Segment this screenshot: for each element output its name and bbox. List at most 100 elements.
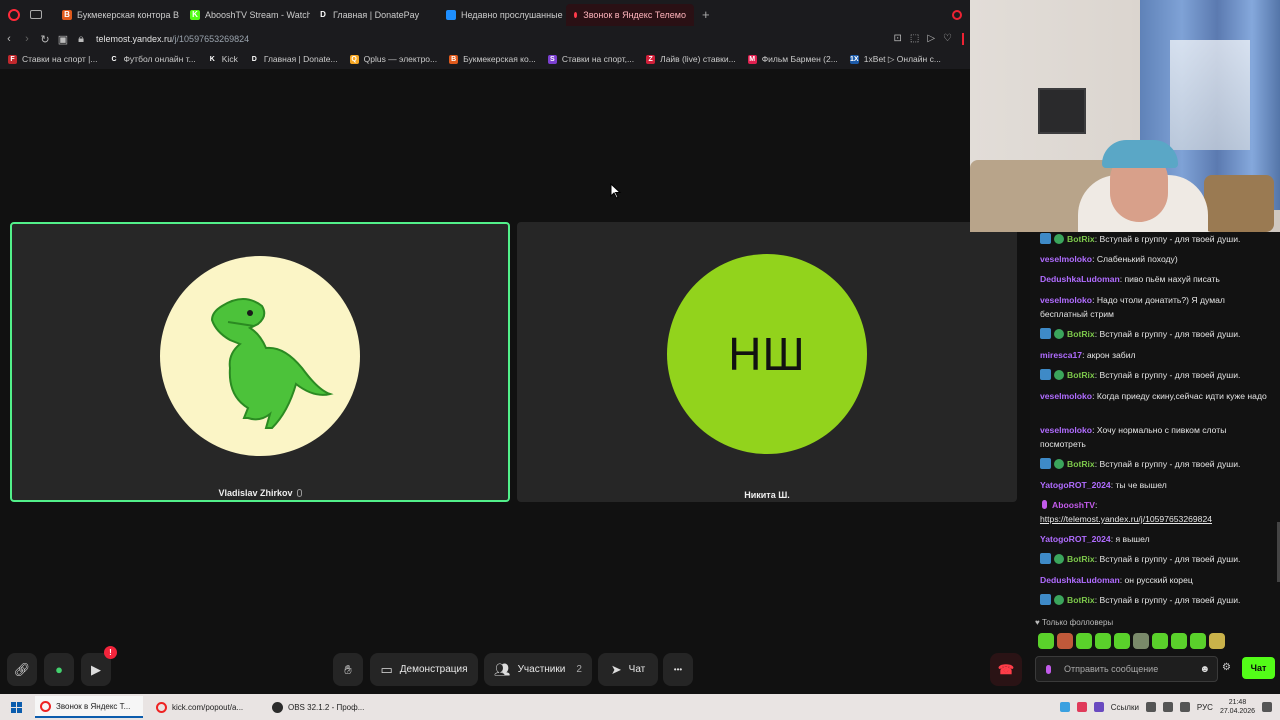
- emote-icon[interactable]: [1190, 633, 1206, 649]
- send-icon[interactable]: ▷: [927, 33, 935, 45]
- bookmark-icon[interactable]: ⊡: [893, 33, 901, 45]
- chat-link[interactable]: https://telemost.yandex.ru/j/10597653269…: [1040, 514, 1212, 524]
- chat-button[interactable]: ➤ Чат: [598, 653, 658, 686]
- bookmark-item[interactable]: С Футбол онлайн т...: [109, 54, 196, 64]
- gear-icon[interactable]: ⚙: [1222, 662, 1231, 673]
- participants-button[interactable]: 👥︎ Участники 2: [484, 653, 592, 686]
- participant-tile[interactable]: Vladislav Zhirkov: [10, 222, 510, 502]
- emote-icon[interactable]: [1171, 633, 1187, 649]
- hang-up-button[interactable]: ☎︎: [990, 653, 1022, 686]
- chat-username[interactable]: DedushkaLudoman: [1040, 575, 1120, 585]
- bookmark-item[interactable]: D Главная | Donate...: [249, 54, 338, 64]
- notifications-icon[interactable]: [1262, 702, 1272, 712]
- chat-username[interactable]: BotRix: [1067, 329, 1095, 339]
- bookmark-item[interactable]: Q Qplus — электро...: [349, 54, 438, 64]
- tray-app-icon[interactable]: [1059, 702, 1070, 712]
- browser-tab[interactable]: B Букмекерская контора B: [54, 4, 182, 26]
- chat-message: BotRix: Вступай в группу - для твоей душ…: [1040, 593, 1272, 607]
- verified-badge-icon: [1054, 234, 1064, 244]
- bookmark-item[interactable]: S Ставки на спорт,...: [547, 54, 634, 64]
- microphone-button[interactable]: ●: [44, 653, 74, 686]
- browser-tab[interactable]: D Главная | DonatePay: [310, 4, 438, 26]
- chat-username[interactable]: BotRix: [1067, 554, 1095, 564]
- tray-app-icon[interactable]: [1093, 702, 1104, 712]
- language-indicator[interactable]: РУС: [1197, 703, 1213, 712]
- chat-username[interactable]: veselmoloko: [1040, 391, 1092, 401]
- camera-button[interactable]: ▶︎!: [81, 646, 117, 686]
- emote-icon[interactable]: [1057, 633, 1073, 649]
- chat-message-input[interactable]: Отправить сообщение ☻: [1035, 656, 1218, 682]
- volume-icon[interactable]: [1179, 702, 1190, 712]
- back-icon[interactable]: ‹: [0, 33, 18, 45]
- bookmark-item[interactable]: F Ставки на спорт |...: [8, 54, 97, 64]
- chat-text: : Вступай в группу - для твоей души.: [1094, 595, 1241, 605]
- webcam-window: [1170, 40, 1250, 150]
- taskbar-app[interactable]: Звонок в Яндекс Т...: [35, 696, 143, 718]
- bookmark-label: Qplus — электро...: [363, 54, 438, 64]
- bookmark-item[interactable]: M Фильм Бармен (2...: [747, 54, 838, 64]
- sidebar-accent-bar: [962, 33, 964, 45]
- tray-app-icon[interactable]: [1076, 702, 1087, 712]
- screen-icon: ▭: [380, 661, 393, 677]
- tray-chevron-icon[interactable]: [1145, 702, 1156, 712]
- emote-icon[interactable]: [1133, 633, 1149, 649]
- webcam-tv: [1038, 88, 1086, 134]
- participant-name: Никита Ш.: [744, 490, 790, 500]
- screen-share-button[interactable]: ▭ Демонстрация: [370, 653, 478, 686]
- bookmark-item[interactable]: B Букмекерская ко...: [449, 54, 536, 64]
- emote-icon[interactable]: [1095, 633, 1111, 649]
- chat-username[interactable]: BotRix: [1067, 595, 1095, 605]
- voice-icon[interactable]: [1046, 664, 1051, 674]
- browser-tab[interactable]: Звонок в Яндекс Телемо: [566, 3, 694, 26]
- chat-username[interactable]: DedushkaLudoman: [1040, 274, 1120, 284]
- chat-username[interactable]: BotRix: [1067, 459, 1095, 469]
- emoji-icon[interactable]: ☻: [1199, 664, 1210, 675]
- emote-bar: [1038, 633, 1225, 649]
- followers-only-notice: ♥ Только фолловеры: [1035, 618, 1114, 627]
- opera-logo-icon[interactable]: [8, 8, 20, 21]
- screenshot-icon[interactable]: ⬚: [910, 33, 919, 45]
- emote-icon[interactable]: [1114, 633, 1130, 649]
- emote-icon[interactable]: [1038, 633, 1054, 649]
- chat-username[interactable]: veselmoloko: [1040, 425, 1092, 435]
- emote-icon[interactable]: [1076, 633, 1092, 649]
- emote-icon[interactable]: [1152, 633, 1168, 649]
- raise-hand-button[interactable]: ✋︎: [333, 653, 363, 686]
- obs-icon: [272, 701, 283, 713]
- url-field[interactable]: telemost.yandex.ru/j/10597653269824: [96, 34, 249, 44]
- taskbar-app[interactable]: OBS 32.1.2 - Проф...: [267, 696, 375, 718]
- chat-text: : ты че вышел: [1110, 480, 1167, 490]
- chat-send-button[interactable]: Чат: [1242, 657, 1275, 679]
- tab-search-icon[interactable]: [952, 9, 962, 20]
- windows-start-icon[interactable]: [5, 701, 27, 713]
- browser-tab[interactable]: Недавно прослушанные: [438, 4, 566, 26]
- bookmark-item[interactable]: K Kick: [207, 54, 238, 64]
- chat-username[interactable]: YatogoROT_2024: [1040, 480, 1111, 490]
- bookmark-label: Kick: [221, 54, 238, 64]
- chat-username[interactable]: AbooshTV: [1052, 500, 1095, 510]
- bookmark-item[interactable]: Z Лайв (live) ставки...: [646, 54, 736, 64]
- clock[interactable]: 21:48 27.04.2026: [1220, 698, 1255, 716]
- emote-icon[interactable]: [1209, 633, 1225, 649]
- chat-username[interactable]: YatogoROT_2024: [1040, 534, 1111, 544]
- links-toolbar-label[interactable]: Ссылки: [1111, 703, 1139, 712]
- chat-username[interactable]: veselmoloko: [1040, 254, 1092, 264]
- chat-username[interactable]: BotRix: [1067, 234, 1095, 244]
- heart-icon[interactable]: ♡: [943, 33, 952, 45]
- network-icon[interactable]: [1162, 702, 1173, 712]
- bot-badge-icon: [1040, 553, 1051, 564]
- reload-icon[interactable]: ↻: [36, 33, 54, 46]
- new-tab-button[interactable]: +: [702, 7, 710, 22]
- forward-icon[interactable]: ›: [18, 33, 36, 45]
- bookmark-item[interactable]: 1X 1xBet ▷ Онлайн с...: [849, 54, 941, 65]
- chat-username[interactable]: veselmoloko: [1040, 295, 1092, 305]
- browser-tab[interactable]: K AbooshTV Stream - Watch: [182, 4, 310, 26]
- snapshot-icon[interactable]: ▣: [54, 33, 72, 46]
- tab-menu-icon[interactable]: [30, 10, 42, 19]
- more-button[interactable]: •••: [663, 653, 693, 686]
- participant-tile[interactable]: НШ Никита Ш.: [517, 222, 1017, 502]
- taskbar-app[interactable]: kick.com/popout/a...: [151, 696, 259, 718]
- copy-link-button[interactable]: 🔗︎: [7, 653, 37, 686]
- chat-username[interactable]: BotRix: [1067, 370, 1095, 380]
- chat-username[interactable]: miresca17: [1040, 350, 1082, 360]
